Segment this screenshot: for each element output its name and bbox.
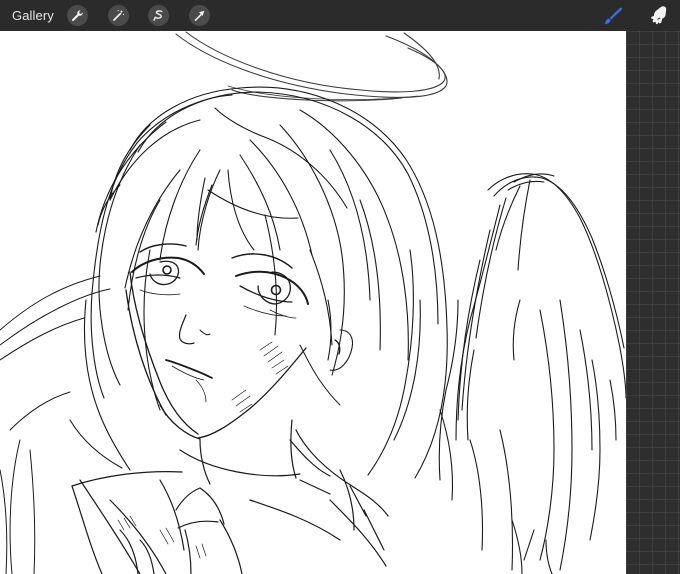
hair-sketch (69, 86, 448, 479)
left-wing-sketch (0, 275, 111, 574)
adjustments-button[interactable] (108, 5, 129, 26)
gallery-button[interactable]: Gallery (12, 8, 54, 23)
actions-button[interactable] (67, 5, 88, 26)
drawing-canvas[interactable] (0, 31, 626, 574)
clothing-sketch (71, 419, 389, 574)
brush-icon (602, 5, 624, 32)
smudge-icon (648, 4, 670, 31)
wrench-icon (71, 9, 84, 22)
selection-button[interactable] (148, 5, 169, 26)
right-wing-sketch (438, 173, 626, 574)
transform-button[interactable] (189, 5, 210, 26)
magic-wand-icon (112, 9, 125, 22)
brush-button[interactable] (600, 0, 628, 31)
angel-sketch-artwork (0, 31, 626, 574)
selection-icon (152, 9, 165, 22)
smudge-button[interactable] (646, 0, 676, 31)
halo-sketch (175, 31, 448, 102)
transform-arrow-icon (193, 9, 206, 22)
top-toolbar: Gallery (0, 0, 680, 31)
right-sidebar (626, 31, 680, 574)
